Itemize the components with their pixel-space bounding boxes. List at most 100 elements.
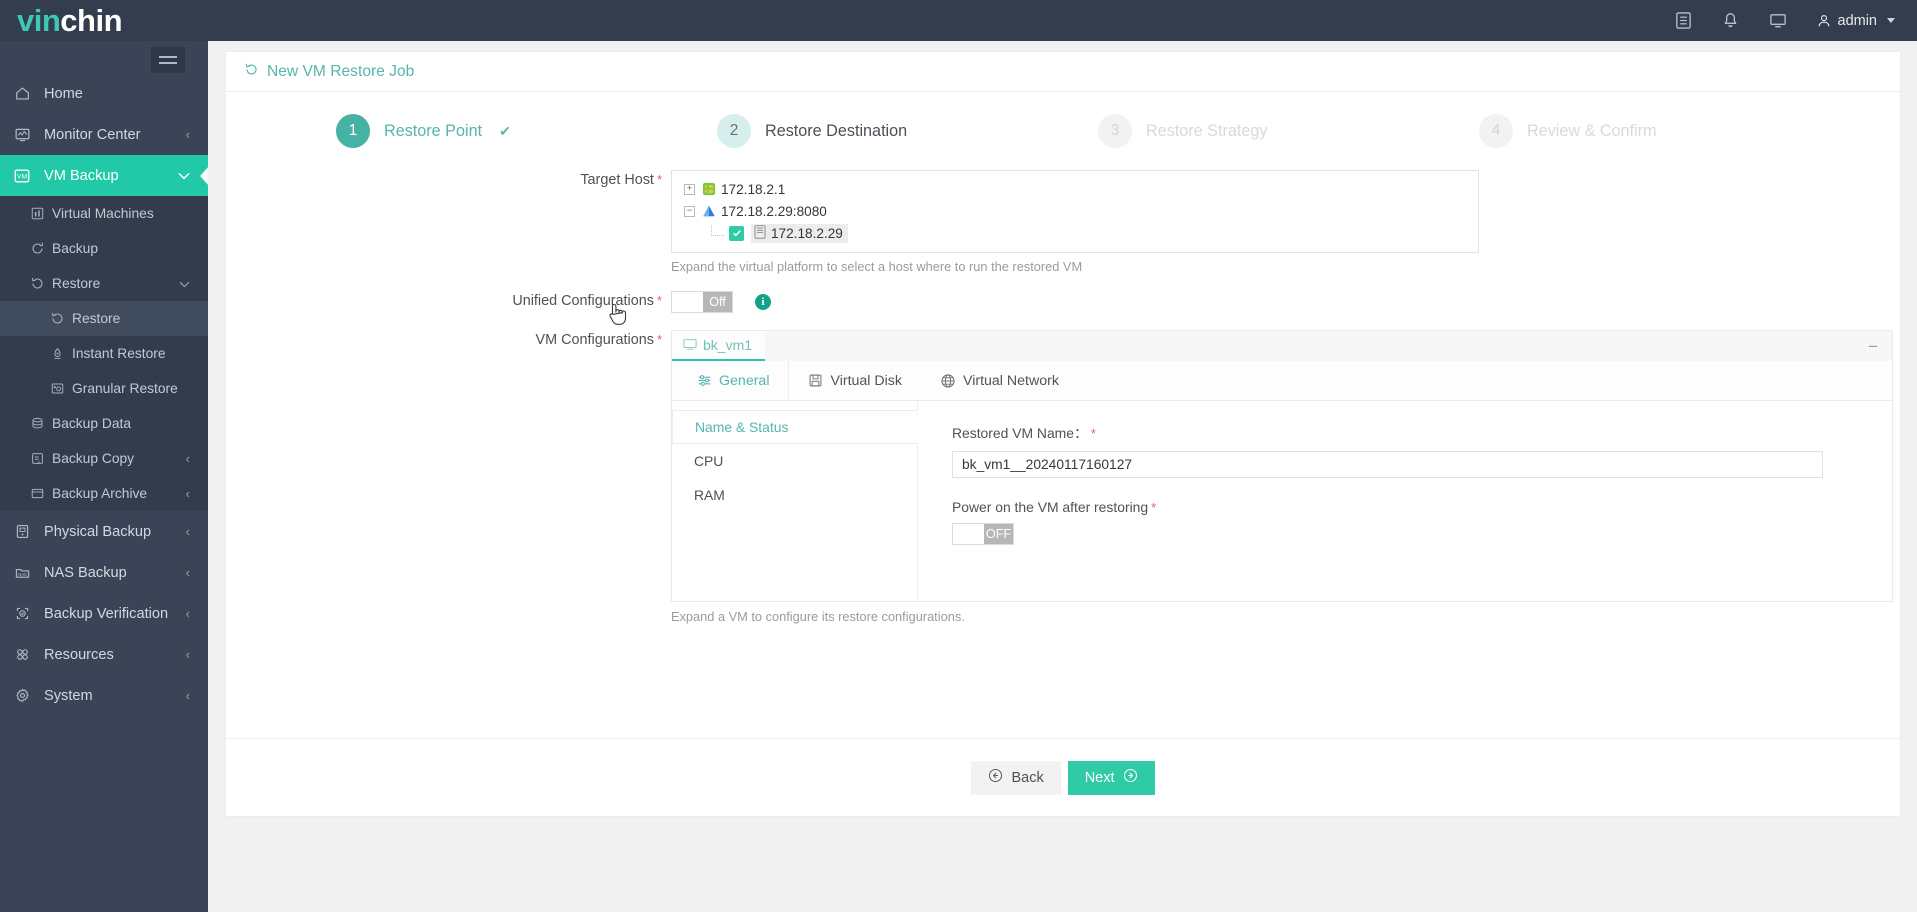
monitor-center-icon — [0, 126, 44, 143]
vm-configurations-label-wrap: VM Configurations * — [226, 330, 671, 624]
sidebar-item-label: Restore — [72, 311, 121, 326]
nas-icon: NAS — [0, 564, 44, 581]
page-title: New VM Restore Job — [267, 62, 415, 80]
tab-virtual-disk[interactable]: Virtual Disk — [789, 361, 921, 400]
archive-icon — [22, 486, 52, 501]
step-restore-destination[interactable]: 2 Restore Destination — [717, 114, 1098, 148]
sidebar-toggle-area — [0, 41, 208, 73]
svg-text:VM: VM — [17, 173, 28, 180]
vm-tab-label: bk_vm1 — [703, 337, 753, 353]
tab-general[interactable]: General — [678, 361, 790, 400]
globe-icon — [940, 373, 956, 389]
sidebar-item-virtual-machines[interactable]: Virtual Machines — [0, 196, 208, 231]
sidebar-item-label: Granular Restore — [72, 381, 178, 396]
back-button[interactable]: Back — [971, 760, 1061, 795]
top-bar: vinchin admin — [0, 0, 1917, 41]
user-name: admin — [1837, 12, 1878, 29]
power-on-label-wrap: Power on the VM after restoring * — [952, 499, 1892, 515]
tab-virtual-network[interactable]: Virtual Network — [921, 361, 1078, 400]
host-icon — [754, 224, 766, 242]
required-marker: * — [1151, 500, 1157, 515]
sidebar-item-system[interactable]: System ‹ — [0, 675, 208, 716]
wizard-stepper: 1 Restore Point ✔ 2 Restore Destination … — [226, 92, 1900, 170]
tree-node-label: 172.18.2.29:8080 — [721, 203, 827, 219]
toggle-state-label: OFF — [984, 524, 1013, 544]
required-marker: * — [656, 172, 662, 187]
gear-icon — [0, 687, 44, 704]
sidebar-item-label: Resources — [44, 646, 114, 663]
sidebar-item-resources[interactable]: Resources ‹ — [0, 634, 208, 675]
sidebar-vm-backup-submenu: Virtual Machines Backup Restore Restore — [0, 196, 208, 511]
collapse-icon[interactable]: − — [684, 205, 695, 217]
selected-host[interactable]: 172.18.2.29 — [751, 223, 848, 243]
wizard-card: New VM Restore Job 1 Restore Point ✔ 2 R… — [225, 51, 1901, 817]
target-host-hint: Expand the virtual platform to select a … — [671, 259, 1083, 274]
sidebar-item-restore-group[interactable]: Restore — [0, 266, 208, 301]
step-label: Review & Confirm — [1527, 121, 1657, 140]
subnav-item-name-status[interactable]: Name & Status — [672, 410, 918, 444]
chevron-left-icon: ‹ — [185, 127, 190, 142]
sidebar-item-backup-archive[interactable]: Backup Archive ‹ — [0, 476, 208, 511]
step-label: Restore Destination — [765, 121, 908, 140]
unified-configurations-toggle[interactable]: Off — [671, 291, 733, 313]
wizard-footer: Back Next — [226, 738, 1900, 816]
host-checkbox[interactable] — [729, 225, 744, 241]
collapse-panel-button[interactable]: − — [1868, 338, 1878, 355]
power-on-toggle[interactable]: OFF — [952, 523, 1014, 545]
restored-vm-name-input[interactable] — [952, 451, 1823, 478]
subnav-item-cpu[interactable]: CPU — [672, 444, 917, 478]
chevron-left-icon: ‹ — [185, 647, 190, 662]
sidebar-item-backup-verification[interactable]: Backup Verification ‹ — [0, 593, 208, 634]
step-number: 2 — [717, 114, 751, 148]
unified-configurations-row: Unified Configurations * Off i — [226, 291, 1900, 313]
sidebar-item-instant-restore[interactable]: Instant Restore — [0, 336, 208, 371]
step-restore-point[interactable]: 1 Restore Point ✔ — [336, 114, 717, 148]
target-host-tree[interactable]: + 172.18.2.1 − 172.18.2.29:8080 172.18.2… — [671, 170, 1479, 253]
sidebar-item-nas-backup[interactable]: NAS NAS Backup ‹ — [0, 552, 208, 593]
sidebar-item-label: Backup — [52, 241, 99, 256]
vm-configurations-hint: Expand a VM to configure its restore con… — [671, 609, 965, 624]
hamburger-icon[interactable] — [151, 47, 185, 73]
subnav-item-ram[interactable]: RAM — [672, 478, 917, 512]
sidebar-item-label: Home — [44, 85, 83, 102]
sidebar-item-label: Instant Restore — [72, 346, 166, 361]
monitor-icon[interactable] — [1768, 11, 1788, 30]
sidebar-item-backup-copy[interactable]: Backup Copy ‹ — [0, 441, 208, 476]
restore-icon — [244, 62, 259, 82]
sidebar-item-physical-backup[interactable]: Physical Backup ‹ — [0, 511, 208, 552]
sidebar-item-granular-restore[interactable]: Granular Restore — [0, 371, 208, 406]
vm-tab-bk-vm1[interactable]: bk_vm1 — [672, 331, 766, 361]
expand-icon[interactable]: + — [684, 183, 695, 195]
platform-icon — [702, 182, 716, 196]
vm-configurations-field: bk_vm1 − General Virtual Disk Virtual Ne… — [671, 330, 1893, 624]
tree-node[interactable]: + 172.18.2.1 — [684, 178, 1478, 200]
main-content: New VM Restore Job 1 Restore Point ✔ 2 R… — [208, 41, 1917, 912]
next-button-label: Next — [1084, 769, 1115, 786]
tab-label: Virtual Disk — [830, 372, 902, 389]
required-marker: * — [1090, 426, 1096, 441]
tree-node-label: 172.18.2.1 — [721, 181, 786, 197]
list-icon[interactable] — [1674, 11, 1693, 30]
sidebar-item-monitor-center[interactable]: Monitor Center ‹ — [0, 114, 208, 155]
sidebar-item-vm-backup[interactable]: VM VM Backup — [0, 155, 209, 196]
sidebar-item-home[interactable]: Home — [0, 73, 208, 114]
user-menu[interactable]: admin — [1816, 12, 1895, 29]
tree-node[interactable]: − 172.18.2.29:8080 — [684, 200, 1478, 222]
restored-vm-name-label: Restored VM Name： — [952, 425, 1088, 441]
sidebar-item-label: Physical Backup — [44, 523, 152, 540]
sidebar-item-restore[interactable]: Restore — [0, 301, 208, 336]
chevron-down-icon — [179, 277, 190, 290]
required-marker: * — [656, 332, 662, 347]
next-button[interactable]: Next — [1067, 760, 1155, 795]
tree-node[interactable]: 172.18.2.29 — [684, 222, 1478, 244]
app-logo[interactable]: vinchin — [0, 0, 208, 41]
sidebar-item-backup[interactable]: Backup — [0, 231, 208, 266]
info-icon[interactable]: i — [755, 294, 771, 310]
sidebar-item-backup-data[interactable]: Backup Data — [0, 406, 208, 441]
tab-label: General — [719, 372, 770, 389]
resources-icon — [0, 646, 44, 663]
bell-icon[interactable] — [1721, 11, 1740, 30]
sidebar-item-label: Backup Data — [52, 416, 131, 431]
subnav-item-label: Name & Status — [695, 419, 789, 435]
vm-panel-header: bk_vm1 − — [672, 331, 1892, 361]
